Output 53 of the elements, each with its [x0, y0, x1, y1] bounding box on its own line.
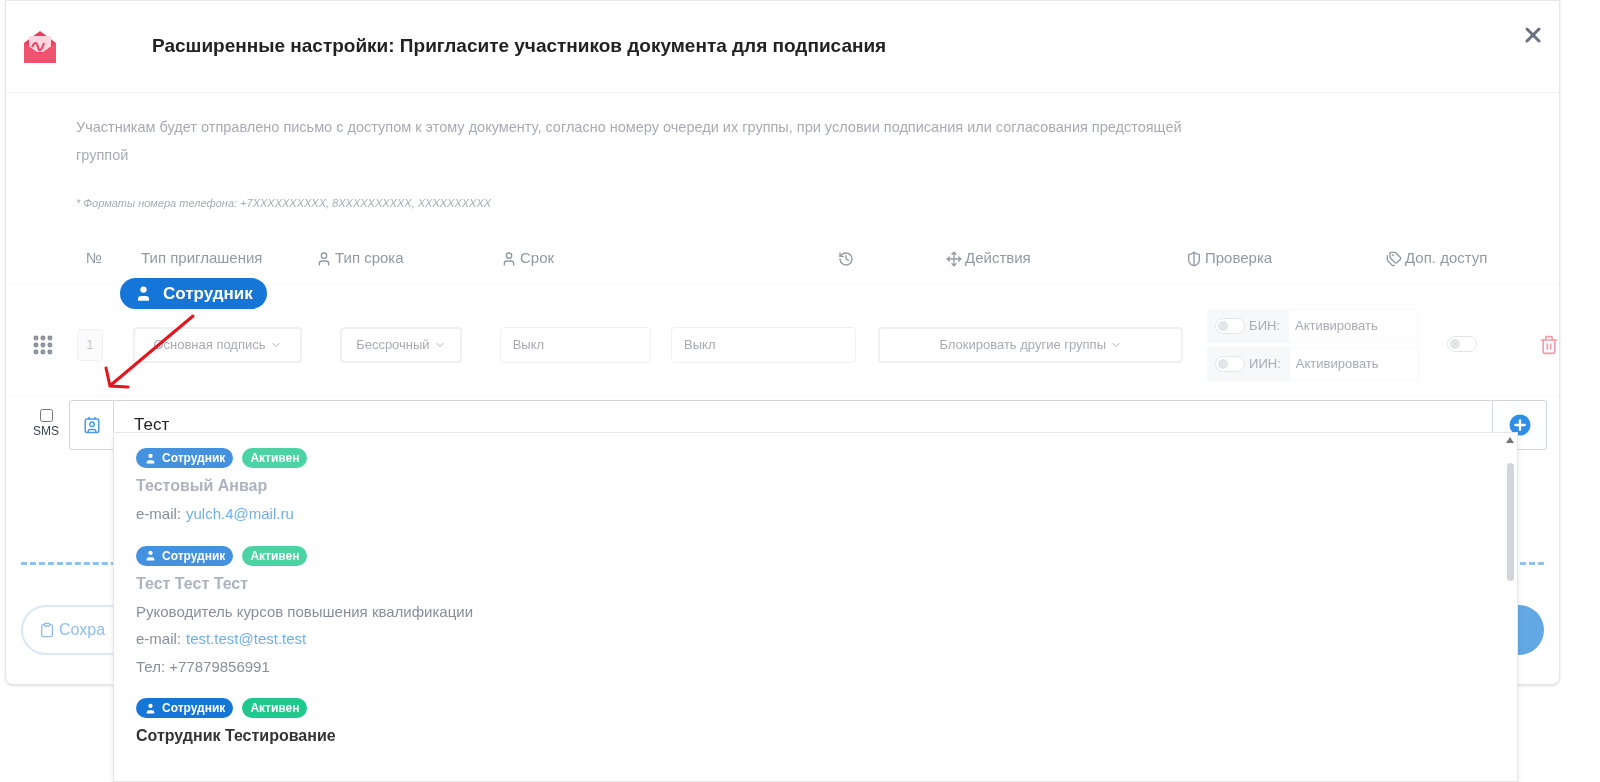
role-badge: Сотрудник [136, 448, 234, 468]
input-field[interactable]: Выкл [671, 326, 857, 363]
check-field[interactable]: Активировать [1288, 346, 1419, 381]
column-header: Действия [965, 248, 1031, 269]
clipboard-icon [39, 621, 55, 638]
move-icon [946, 250, 962, 267]
person-icon [501, 250, 517, 267]
role-badge: Сотрудник [136, 698, 234, 718]
check-field[interactable]: Активировать [1287, 308, 1418, 343]
column-header: Доп. доступ [1405, 248, 1488, 269]
person-icon [144, 549, 157, 562]
person-icon [144, 451, 157, 465]
status-badge: Активен [242, 448, 308, 468]
order-number: 1 [76, 328, 103, 361]
column-header: Срок [520, 248, 555, 269]
person-icon [316, 250, 332, 267]
person-name: Тест Тест Тест [136, 573, 250, 594]
suggestion-item[interactable]: Сотрудник Активен Сотрудник Тестирование [136, 698, 1503, 768]
column-header: Проверка [1205, 248, 1273, 269]
toggle-switch[interactable] [1215, 355, 1246, 372]
column-header: Тип приглашения [141, 248, 263, 269]
status-badge: Активен [242, 698, 308, 718]
column-header: Тип срока [335, 248, 404, 269]
person-icon [144, 701, 157, 715]
term-type-select[interactable]: Бессрочный [340, 326, 462, 363]
person-name: Сотрудник Тестирование [136, 726, 337, 746]
detail-text: Тел: +77879856991 [136, 656, 271, 677]
trash-icon[interactable] [1539, 334, 1559, 355]
suggestion-item[interactable]: Сотрудник Активен Тестовый Анвар e-mail: yulch.4@mail.ru [136, 448, 1503, 546]
dialog-title: Расширенные настройки: Пригласите участников документа для подписания [152, 34, 887, 59]
sms-checkbox[interactable] [39, 409, 53, 422]
phone-format-note: * Форматы номера телефона: +7XXXXXXXXXX, 8XXXXXXXXXX, XXXXXXXXXX [75, 196, 493, 211]
history-icon [838, 250, 854, 267]
toggle-switch[interactable] [1447, 335, 1478, 352]
term-field[interactable]: Выкл [499, 326, 652, 363]
email-link[interactable]: yulch.4@mail.ru [186, 503, 294, 526]
scrollbar-thumb[interactable] [1506, 463, 1514, 581]
tags-icon [1386, 250, 1402, 267]
contact-card-icon [82, 415, 101, 434]
email-label: e-mail: [136, 629, 181, 649]
actions-select[interactable]: Блокировать другие группы [878, 326, 1184, 363]
check-label: БИН: [1249, 316, 1280, 335]
description-text: Участникам будет отправлено письмо с доступом к этому документу, согласно номеру очереди их группы, при условии подписания или согласования предстоящей группой [75, 118, 1183, 165]
status-badge: Активен [242, 545, 308, 566]
email-label: e-mail: [136, 504, 181, 524]
annotation-label: Сотрудник [163, 282, 253, 305]
column-header: № [86, 248, 103, 269]
role-badge: Сотрудник [136, 545, 234, 566]
person-name: Тестовый Анвар [136, 476, 269, 496]
sms-label: SMS [33, 423, 59, 440]
shield-icon [1186, 250, 1202, 267]
toggle-switch[interactable] [1215, 317, 1246, 334]
check-label: ИИН: [1249, 354, 1281, 373]
